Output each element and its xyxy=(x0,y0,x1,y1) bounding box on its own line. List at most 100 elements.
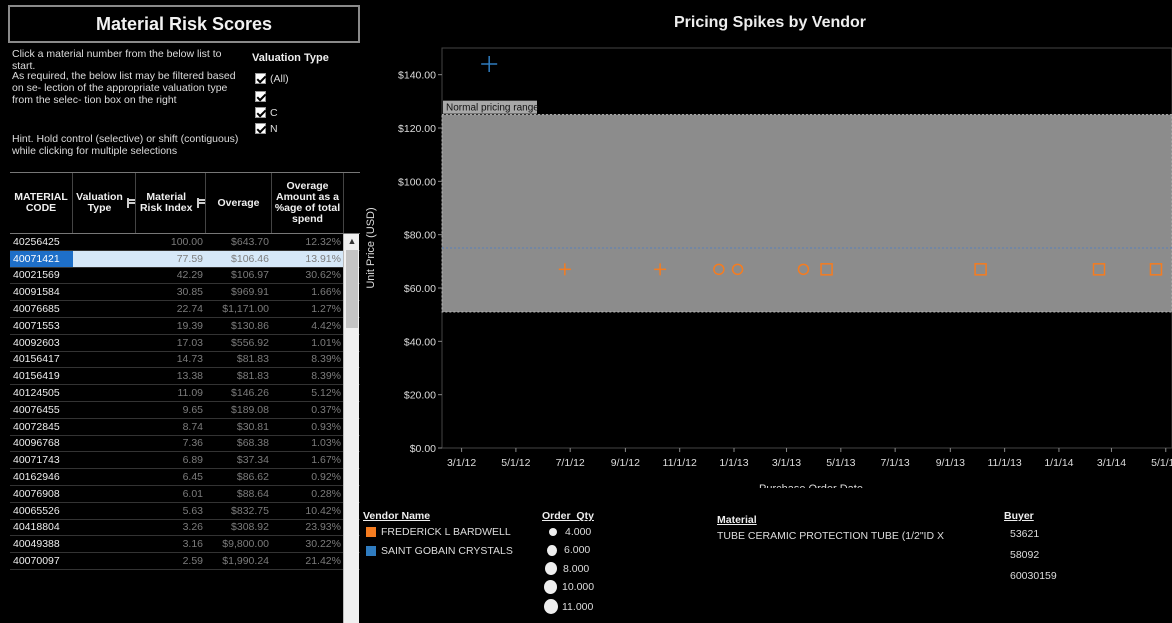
x-tick-label: 5/1/14 xyxy=(1151,457,1172,469)
checkbox-checked-icon[interactable] xyxy=(255,107,266,118)
table-row[interactable]: 40256425 100.00 $643.70 12.32% xyxy=(10,234,360,251)
buyer-value: 60030159 xyxy=(1010,570,1057,582)
risk-index-cell: 42.29 xyxy=(176,269,203,282)
y-axis-label: Unit Price (USD) xyxy=(365,207,377,288)
header-valuation-type[interactable]: Valuation Type xyxy=(73,173,136,233)
risk-index-cell: 77.59 xyxy=(136,250,206,267)
overage-pct-cell: 1.01% xyxy=(311,336,341,349)
material-code-cell: 40076908 xyxy=(13,487,60,500)
table-row[interactable]: 40072845 8.74 $30.81 0.93% xyxy=(10,419,360,436)
qty-legend-item: 6.000 xyxy=(546,544,590,556)
table-row[interactable]: 40065526 5.63 $832.75 10.42% xyxy=(10,503,360,520)
valuation-type-cell xyxy=(73,385,136,401)
valuation-type-cell xyxy=(73,436,136,452)
table-row[interactable]: 40071421 77.59 $106.46 13.91% xyxy=(10,250,360,268)
qty-legend-item: 10.000 xyxy=(544,580,594,594)
material-code-cell: 40071421 xyxy=(10,250,73,267)
table-row[interactable]: 40071743 6.89 $37.34 1.67% xyxy=(10,452,360,470)
option-label: C xyxy=(270,107,278,119)
risk-index-cell: 2.59 xyxy=(182,555,203,568)
valuation-type-cell xyxy=(73,452,136,468)
header-material-code[interactable]: MATERIAL CODE xyxy=(10,173,73,233)
table-row[interactable]: 40092603 17.03 $556.92 1.01% xyxy=(10,335,360,352)
valuation-option-all[interactable]: (All) xyxy=(255,73,289,85)
table-row[interactable]: 40162946 6.45 $86.62 0.92% xyxy=(10,469,360,486)
size-dot-icon xyxy=(547,544,557,556)
vendor-legend-item[interactable]: FREDERICK L BARDWELL xyxy=(366,526,511,538)
overage-pct-cell: 0.28% xyxy=(311,487,341,500)
valuation-type-cell xyxy=(73,469,136,485)
table-row[interactable]: 40070097 2.59 $1,990.24 21.42% xyxy=(10,553,360,570)
valuation-option-n[interactable]: N xyxy=(255,123,278,135)
table-scrollbar[interactable]: ▲ xyxy=(343,234,359,623)
table-row[interactable]: 40156417 14.73 $81.83 8.39% xyxy=(10,352,360,369)
material-legend-title: Material xyxy=(717,514,757,526)
risk-index-cell: 30.85 xyxy=(176,286,203,299)
table-row[interactable]: 40418804 3.26 $308.92 23.93% xyxy=(10,520,360,537)
sort-icon[interactable] xyxy=(126,198,136,208)
overage-pct-cell: 21.42% xyxy=(305,555,341,568)
checkbox-checked-icon[interactable] xyxy=(255,91,266,102)
vendor-name: SAINT GOBAIN CRYSTALS xyxy=(381,545,513,557)
table-row[interactable]: 40124505 11.09 $146.26 5.12% xyxy=(10,385,360,402)
material-code-cell: 40256425 xyxy=(13,235,60,248)
scroll-thumb[interactable] xyxy=(346,250,358,328)
material-code-cell: 40076455 xyxy=(13,403,60,416)
x-tick-label: 11/1/13 xyxy=(988,457,1022,469)
overage-pct-cell: 12.32% xyxy=(305,235,341,248)
table-row[interactable]: 40071553 19.39 $130.86 4.42% xyxy=(10,318,360,335)
x-tick-label: 7/1/12 xyxy=(556,457,585,469)
table-row[interactable]: 40076908 6.01 $88.64 0.28% xyxy=(10,486,360,503)
valuation-option-blank[interactable] xyxy=(255,91,270,102)
overage-cell: $643.70 xyxy=(231,235,269,248)
table-row[interactable]: 40091584 30.85 $969.91 1.66% xyxy=(10,284,360,302)
risk-index-cell: 11.09 xyxy=(177,387,204,400)
risk-index-cell: 17.03 xyxy=(176,336,203,349)
scroll-up-icon[interactable]: ▲ xyxy=(344,234,360,248)
overage-cell: $969.91 xyxy=(231,286,269,299)
sort-icon[interactable] xyxy=(197,198,205,208)
table-body: 40256425 100.00 $643.70 12.32% 40071421 77.59… xyxy=(10,234,360,570)
risk-index-cell: 6.45 xyxy=(182,471,203,484)
buyer-value: 53621 xyxy=(1010,528,1040,540)
y-tick-label: $120.00 xyxy=(398,123,436,135)
header-overage-pct[interactable]: Overage Amount as a %age of total spend xyxy=(272,173,344,233)
x-tick-label: 3/1/12 xyxy=(447,457,476,469)
qty-legend-item: 11.000 xyxy=(544,599,593,614)
checkbox-checked-icon[interactable] xyxy=(255,73,266,84)
table-row[interactable]: 40076685 22.74 $1,171.00 1.27% xyxy=(10,301,360,318)
vendor-legend-item[interactable]: SAINT GOBAIN CRYSTALS xyxy=(366,545,513,557)
overage-cell: $88.64 xyxy=(236,487,269,500)
risk-index-cell: 3.16 xyxy=(182,538,203,551)
valuation-option-c[interactable]: C xyxy=(255,107,278,119)
size-dot-icon xyxy=(544,580,557,594)
table-row[interactable]: 40021569 42.29 $106.97 30.62% xyxy=(10,268,360,285)
table-row[interactable]: 40049388 3.16 $9,800.00 30.22% xyxy=(10,536,360,554)
overage-cell: $146.26 xyxy=(231,387,269,400)
material-code-cell: 40065526 xyxy=(13,504,60,517)
y-tick-label: $0.00 xyxy=(410,443,436,455)
risk-index-cell: 9.65 xyxy=(182,403,203,416)
material-code-cell: 40071553 xyxy=(13,319,60,332)
material-code-cell: 40418804 xyxy=(13,521,60,534)
overage-cell: $9,800.00 xyxy=(222,538,269,551)
material-code-cell: 40124505 xyxy=(13,387,60,400)
table-row[interactable]: 40096768 7.36 $68.38 1.03% xyxy=(10,436,360,453)
material-code-cell: 40076685 xyxy=(13,303,60,316)
table-row[interactable]: 40156419 13.38 $81.83 8.39% xyxy=(10,368,360,386)
table-row[interactable]: 40076455 9.65 $189.08 0.37% xyxy=(10,402,360,419)
overage-cell: $68.38 xyxy=(236,437,269,450)
risk-index-cell: 6.01 xyxy=(182,487,203,500)
checkbox-checked-icon[interactable] xyxy=(255,123,266,134)
header-overage[interactable]: Overage xyxy=(206,173,272,233)
overage-pct-cell: 8.39% xyxy=(311,370,341,383)
risk-index-cell: 8.74 xyxy=(182,420,203,433)
size-dot-icon xyxy=(544,599,558,614)
material-code-cell: 40070097 xyxy=(13,555,60,568)
header-risk-index[interactable]: Material Risk Index xyxy=(136,173,206,233)
material-code-cell: 40162946 xyxy=(13,471,60,484)
valuation-type-title: Valuation Type xyxy=(252,52,329,64)
material-code-cell: 40092603 xyxy=(13,336,60,349)
size-dot-icon xyxy=(545,562,557,575)
overage-cell: $189.08 xyxy=(231,403,269,416)
